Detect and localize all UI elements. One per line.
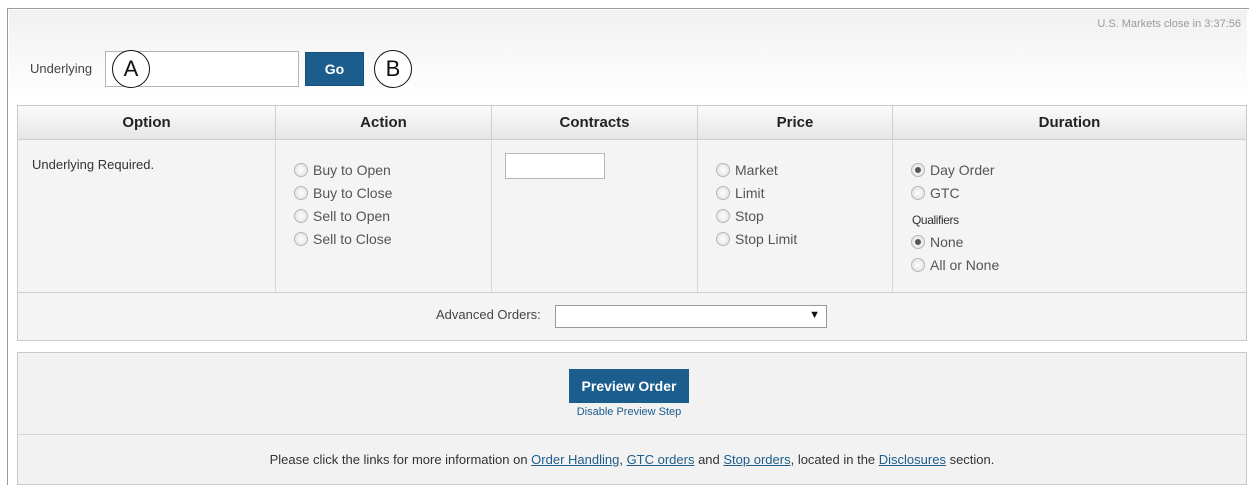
radio-label: Buy to Close: [313, 184, 393, 201]
order-entry-table: Option Action Contracts Price Duration U…: [17, 105, 1247, 341]
header-price: Price: [698, 106, 893, 140]
underlying-label: Underlying: [30, 61, 93, 76]
radio-sell-to-close[interactable]: Sell to Close: [294, 227, 392, 250]
advanced-orders-select[interactable]: ▼: [555, 305, 827, 328]
option-column: Underlying Required.: [18, 140, 276, 292]
radio-label: None: [930, 233, 964, 250]
radio-label: Buy to Open: [313, 161, 391, 178]
radio-gtc[interactable]: GTC: [911, 181, 999, 204]
radio-label: GTC: [930, 184, 960, 201]
radio-button-selected[interactable]: [911, 234, 925, 249]
radio-label: Market: [735, 161, 778, 178]
callout-b: B: [374, 50, 412, 88]
disclosures-link[interactable]: Disclosures: [879, 452, 946, 467]
radio-market[interactable]: Market: [716, 158, 797, 181]
header-action: Action: [276, 106, 492, 140]
radio-button-selected[interactable]: [911, 162, 925, 177]
radio-button[interactable]: [294, 208, 308, 223]
header-duration: Duration: [893, 106, 1246, 140]
radio-label: Stop Limit: [735, 230, 798, 247]
radio-all-or-none[interactable]: All or None: [911, 253, 999, 276]
radio-button[interactable]: [294, 231, 308, 246]
radio-button[interactable]: [911, 185, 925, 200]
action-column: Buy to Open Buy to Close Sell to Open Se…: [276, 140, 492, 292]
radio-sell-to-open[interactable]: Sell to Open: [294, 204, 392, 227]
radio-button[interactable]: [716, 208, 730, 223]
info-text-part: section.: [945, 452, 995, 467]
advanced-orders-row: Advanced Orders: ▼: [18, 292, 1246, 340]
stop-orders-link[interactable]: Stop orders: [723, 452, 790, 467]
price-column: Market Limit Stop Stop Limit: [698, 140, 893, 292]
callout-a: A: [112, 50, 150, 88]
go-button[interactable]: Go: [305, 52, 364, 86]
radio-button[interactable]: [716, 231, 730, 246]
preview-panel: Preview Order Disable Preview Step Pleas…: [17, 352, 1247, 485]
radio-label: Sell to Open: [313, 207, 391, 224]
info-text-part: Please click the links for more informat…: [269, 452, 532, 467]
disable-preview-step-link[interactable]: Disable Preview Step: [569, 406, 689, 418]
contracts-column: [492, 140, 698, 292]
radio-day-order[interactable]: Day Order: [911, 158, 999, 181]
radio-label: Sell to Close: [313, 230, 392, 247]
info-text-part: ,: [619, 452, 627, 467]
radio-label: All or None: [930, 256, 1000, 273]
radio-buy-to-open[interactable]: Buy to Open: [294, 158, 392, 181]
radio-button[interactable]: [294, 185, 308, 200]
radio-button[interactable]: [911, 257, 925, 272]
radio-label: Day Order: [930, 161, 995, 178]
header-contracts: Contracts: [492, 106, 698, 140]
advanced-orders-label: Advanced Orders:: [436, 307, 541, 322]
radio-qualifier-none[interactable]: None: [911, 230, 999, 253]
radio-label: Limit: [735, 184, 765, 201]
radio-stop[interactable]: Stop: [716, 204, 797, 227]
market-close-timer: U.S. Markets close in 3:37:56: [1097, 18, 1241, 30]
qualifiers-label: Qualifiers: [912, 213, 959, 227]
header-option: Option: [18, 106, 276, 140]
radio-button[interactable]: [716, 162, 730, 177]
duration-column: Day Order GTC Qualifiers None All or Non…: [893, 140, 1246, 292]
radio-buy-to-close[interactable]: Buy to Close: [294, 181, 392, 204]
info-text-part: , located in the: [790, 452, 879, 467]
radio-button[interactable]: [716, 185, 730, 200]
radio-button[interactable]: [294, 162, 308, 177]
contracts-input[interactable]: [505, 153, 605, 179]
radio-stop-limit[interactable]: Stop Limit: [716, 227, 797, 250]
info-text: Please click the links for more informat…: [18, 434, 1246, 484]
order-handling-link[interactable]: Order Handling: [531, 452, 619, 467]
info-text-part: and: [694, 452, 724, 467]
radio-label: Stop: [735, 207, 764, 224]
dropdown-arrow-icon[interactable]: ▼: [809, 309, 820, 321]
preview-order-button[interactable]: Preview Order: [569, 369, 689, 403]
radio-limit[interactable]: Limit: [716, 181, 797, 204]
underlying-required-message: Underlying Required.: [32, 157, 155, 172]
gtc-orders-link[interactable]: GTC orders: [627, 452, 695, 467]
